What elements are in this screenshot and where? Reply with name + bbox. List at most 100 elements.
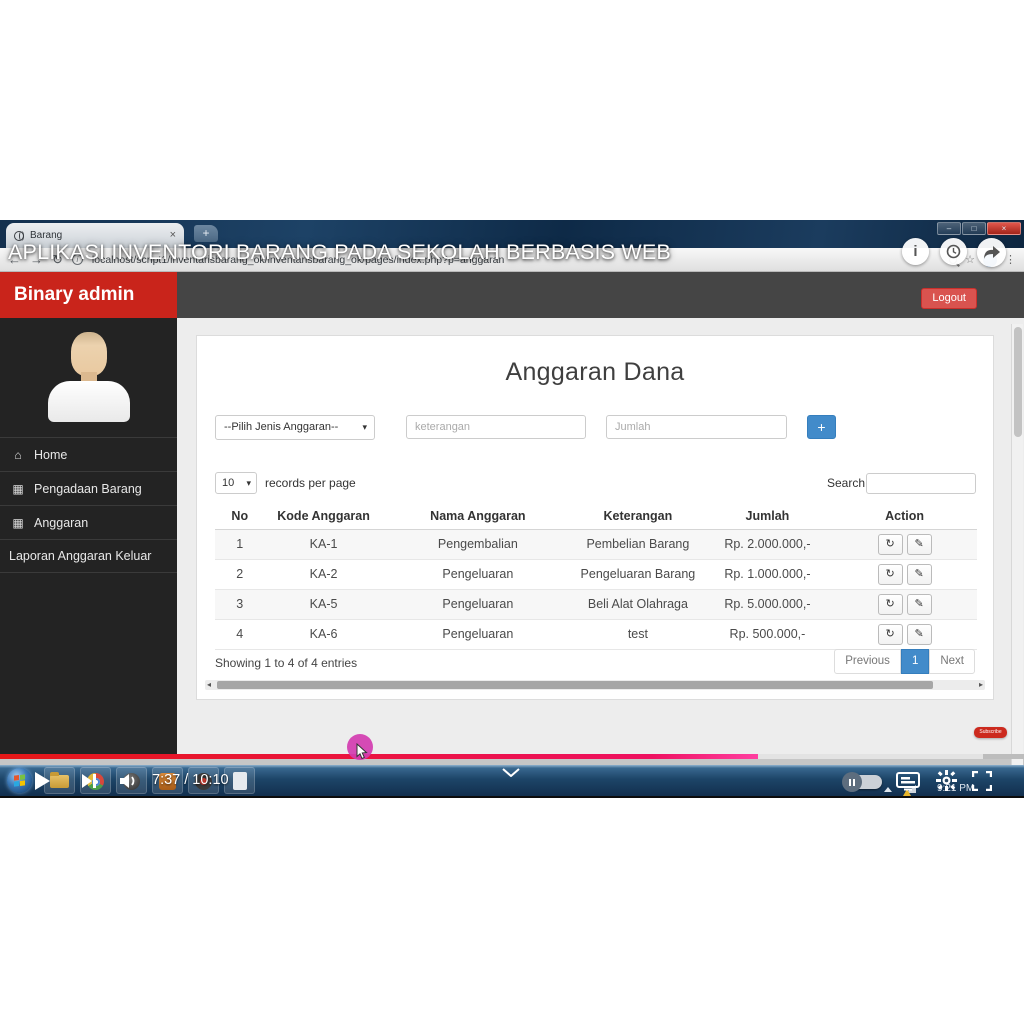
keterangan-input[interactable] [406, 415, 586, 439]
edit-button[interactable]: ✎ [907, 624, 932, 645]
search-label: Search: [827, 476, 868, 490]
search-input[interactable] [866, 473, 976, 494]
user-avatar [44, 330, 134, 422]
minimize-button[interactable]: – [937, 222, 961, 235]
video-seekbar[interactable] [0, 754, 1024, 759]
document-icon [233, 772, 247, 790]
bookmark-star-icon[interactable]: ☆ [965, 253, 975, 266]
horizontal-scrollbar[interactable]: ◂ ▸ [205, 680, 985, 690]
browser-menu-icon[interactable]: ⋮ [1005, 253, 1016, 266]
col-kode-anggaran[interactable]: Kode Anggaran [265, 503, 383, 529]
cell-jumlah: Rp. 2.000.000,- [703, 529, 833, 559]
video-title-overlay[interactable]: APLIKASI INVENTORI BARANG PADA SEKOLAH B… [8, 240, 671, 265]
restore-button[interactable]: □ [962, 222, 986, 235]
records-per-page-select[interactable]: 10 ▾ [215, 472, 257, 494]
edit-icon: ✎ [914, 568, 923, 580]
fullscreen-icon[interactable] [972, 771, 992, 791]
share-arrow-icon[interactable] [977, 238, 1006, 267]
edit-icon: ✎ [914, 538, 923, 550]
add-button[interactable]: + [807, 415, 836, 439]
play-button[interactable] [34, 771, 51, 791]
app-topbar: Binary admin Logout [0, 272, 1024, 318]
settings-gear-icon[interactable] [936, 770, 957, 791]
jenis-anggaran-selected-value: --Pilih Jenis Anggaran-- [224, 421, 338, 433]
sidebar-item-pengadaan-barang[interactable]: ▦ Pengadaan Barang [0, 471, 177, 505]
cell-nama: Pengeluaran [383, 559, 574, 589]
records-per-page-label: records per page [265, 476, 356, 490]
refresh-button[interactable]: ↻ [878, 564, 903, 585]
pagination-next[interactable]: Next [929, 649, 975, 674]
cell-keterangan: test [573, 619, 703, 649]
cell-keterangan: Beli Alat Olahraga [573, 589, 703, 619]
refresh-button[interactable]: ↻ [878, 594, 903, 615]
next-button[interactable] [81, 773, 97, 789]
logout-button[interactable]: Logout [921, 288, 977, 309]
cell-jumlah: Rp. 1.000.000,- [703, 559, 833, 589]
edit-icon: ✎ [914, 598, 923, 610]
subscribe-watermark[interactable]: Subscribe [974, 727, 1007, 738]
col-action[interactable]: Action [832, 503, 977, 529]
folder-icon [50, 775, 69, 788]
video-info-icon[interactable]: i [902, 238, 929, 265]
cell-nama: Pengeluaran [383, 589, 574, 619]
watch-later-clock-icon[interactable] [940, 238, 967, 265]
refresh-icon: ↻ [885, 568, 894, 580]
table-icon: ▦ [11, 516, 25, 530]
cell-action: ↻✎ [832, 619, 977, 649]
pagination-page-1[interactable]: 1 [901, 649, 929, 674]
cell-no: 4 [215, 619, 265, 649]
edit-button[interactable]: ✎ [907, 534, 932, 555]
scrollbar-thumb[interactable] [217, 681, 933, 689]
table-header-row: No Kode Anggaran Nama Anggaran Keteranga… [215, 503, 977, 529]
refresh-icon: ↻ [885, 538, 894, 550]
edit-button[interactable]: ✎ [907, 564, 932, 585]
cell-action: ↻✎ [832, 529, 977, 559]
cell-no: 3 [215, 589, 265, 619]
sidebar-item-home[interactable]: ⌂ Home [0, 437, 177, 471]
cell-kode: KA-6 [265, 619, 383, 649]
close-button[interactable]: × [987, 222, 1021, 235]
start-button[interactable] [7, 768, 32, 793]
cell-keterangan: Pengeluaran Barang [573, 559, 703, 589]
jenis-anggaran-select[interactable]: --Pilih Jenis Anggaran-- ▾ [215, 415, 375, 440]
cell-keterangan: Pembelian Barang [573, 529, 703, 559]
autoplay-toggle[interactable] [845, 775, 882, 789]
refresh-button[interactable]: ↻ [878, 624, 903, 645]
pagination-previous[interactable]: Previous [834, 649, 901, 674]
jumlah-input[interactable] [606, 415, 787, 439]
table-row: 3 KA-5 Pengeluaran Beli Alat Olahraga Rp… [215, 589, 977, 619]
volume-icon[interactable] [120, 773, 139, 789]
table-row: 1 KA-1 Pengembalian Pembelian Barang Rp.… [215, 529, 977, 559]
cell-nama: Pengeluaran [383, 619, 574, 649]
edit-button[interactable]: ✎ [907, 594, 932, 615]
scroll-left-icon[interactable]: ◂ [207, 680, 211, 690]
tray-show-hidden-icon[interactable] [884, 787, 892, 792]
records-per-page-value: 10 [222, 477, 234, 489]
col-keterangan[interactable]: Keterangan [573, 503, 703, 529]
vertical-scrollbar[interactable] [1011, 324, 1023, 798]
mouse-cursor [356, 743, 369, 760]
refresh-icon: ↻ [885, 628, 894, 640]
scrollbar-thumb[interactable] [1014, 327, 1022, 437]
cell-action: ↻✎ [832, 559, 977, 589]
sidebar-item-laporan-anggaran-keluar[interactable]: Laporan Anggaran Keluar [0, 539, 177, 573]
chevron-down-icon[interactable] [502, 768, 520, 777]
table-row: 4 KA-6 Pengeluaran test Rp. 500.000,- ↻✎ [215, 619, 977, 649]
cell-kode: KA-1 [265, 529, 383, 559]
pagination: Previous 1 Next [834, 649, 975, 674]
refresh-button[interactable]: ↻ [878, 534, 903, 555]
chevron-down-icon: ▾ [362, 416, 367, 439]
cell-jumlah: Rp. 5.000.000,- [703, 589, 833, 619]
window-controls: – □ × [937, 222, 1021, 235]
scroll-right-icon[interactable]: ▸ [979, 680, 983, 690]
app-brand[interactable]: Binary admin [0, 272, 177, 318]
table-row: 2 KA-2 Pengeluaran Pengeluaran Barang Rp… [215, 559, 977, 589]
sidebar-item-label: Home [34, 448, 67, 462]
video-progress-played [0, 754, 758, 759]
col-no[interactable]: No [215, 503, 265, 529]
col-jumlah[interactable]: Jumlah [703, 503, 833, 529]
col-nama-anggaran[interactable]: Nama Anggaran [383, 503, 574, 529]
sidebar-item-anggaran[interactable]: ▦ Anggaran [0, 505, 177, 539]
cell-no: 1 [215, 529, 265, 559]
miniplayer-icon[interactable] [896, 772, 920, 791]
